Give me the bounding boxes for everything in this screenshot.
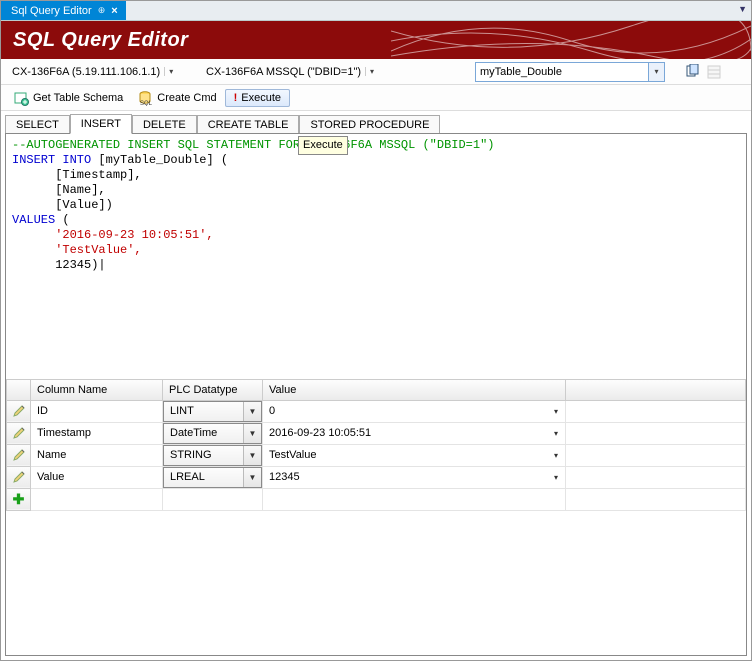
params-grid-wrap: Column Name PLC Datatype Value IDLINT▼0▾… xyxy=(6,380,746,655)
cell-column-name[interactable]: Timestamp xyxy=(31,422,163,444)
table-row: IDLINT▼0▾ xyxy=(7,400,746,422)
chevron-down-icon: ▾ xyxy=(547,467,565,488)
chevron-down-icon: ▾ xyxy=(365,67,378,76)
cell-empty xyxy=(566,444,746,466)
execute-tooltip: Execute xyxy=(298,136,348,155)
col-header-type[interactable]: PLC Datatype xyxy=(163,380,263,400)
pencil-icon xyxy=(7,470,30,484)
title-banner: SQL Query Editor xyxy=(1,21,751,59)
sql-tabs: SELECT INSERT DELETE CREATE TABLE STORED… xyxy=(1,111,751,133)
page-title: SQL Query Editor xyxy=(13,29,188,52)
copy-icon[interactable] xyxy=(683,63,701,81)
chevron-down-icon: ▼ xyxy=(243,468,261,487)
chevron-down-icon: ▼ xyxy=(243,424,261,443)
params-grid: Column Name PLC Datatype Value IDLINT▼0▾… xyxy=(6,380,746,511)
connection-toolbar: CX-136F6A (5.19.111.106.1.1) ▾ CX-136F6A… xyxy=(1,59,751,85)
cell-value[interactable]: 12345▾ xyxy=(263,466,566,488)
col-header-value[interactable]: Value xyxy=(263,380,566,400)
dsn-dropdown[interactable]: CX-136F6A MSSQL ("DBID=1") ▾ xyxy=(201,63,471,81)
sql-icon: SQL xyxy=(137,90,153,106)
close-icon[interactable]: × xyxy=(111,5,117,17)
cell-empty xyxy=(566,400,746,422)
cell-column-name[interactable]: Value xyxy=(31,466,163,488)
get-schema-button[interactable]: Get Table Schema xyxy=(7,88,129,108)
get-schema-label: Get Table Schema xyxy=(33,92,123,104)
tab-stored-proc[interactable]: STORED PROCEDURE xyxy=(299,115,440,134)
cell-value[interactable]: 2016-09-23 10:05:51▾ xyxy=(263,422,566,444)
editor-container: Execute--AUTOGENERATED INSERT SQL STATEM… xyxy=(5,133,747,656)
target-dropdown[interactable]: CX-136F6A (5.19.111.106.1.1) ▾ xyxy=(7,63,197,81)
tab-select[interactable]: SELECT xyxy=(5,115,70,134)
cell-column-name[interactable]: Name xyxy=(31,444,163,466)
add-row[interactable]: ✚ xyxy=(7,488,746,510)
chevron-down-icon: ▾ xyxy=(547,423,565,444)
schema-icon xyxy=(13,90,29,106)
chevron-down-icon: ▾ xyxy=(547,401,565,422)
svg-text:SQL: SQL xyxy=(140,101,153,106)
table-row: TimestampDateTime▼2016-09-23 10:05:51▾ xyxy=(7,422,746,444)
table-row: NameSTRING▼TestValue▾ xyxy=(7,444,746,466)
cell-empty xyxy=(566,466,746,488)
exclaim-icon: ! xyxy=(234,92,238,104)
row-edit-indicator[interactable] xyxy=(7,400,31,422)
cell-datatype[interactable]: STRING▼ xyxy=(163,444,263,466)
tab-overflow-icon[interactable]: ▼ xyxy=(738,4,747,14)
pin-icon[interactable]: ⊕ xyxy=(98,5,106,16)
sql-editor[interactable]: Execute--AUTOGENERATED INSERT SQL STATEM… xyxy=(6,134,746,380)
col-header-name[interactable]: Column Name xyxy=(31,380,163,400)
banner-waves-decor xyxy=(391,21,751,59)
tab-insert[interactable]: INSERT xyxy=(70,114,132,134)
create-cmd-button[interactable]: SQL Create Cmd xyxy=(131,88,222,108)
dsn-value: CX-136F6A MSSQL ("DBID=1") xyxy=(204,65,365,79)
chevron-down-icon: ▼ xyxy=(243,446,261,465)
row-edit-indicator[interactable] xyxy=(7,422,31,444)
table-dropdown[interactable]: myTable_Double ▾ xyxy=(475,62,665,82)
pencil-icon xyxy=(7,448,30,462)
action-toolbar: Get Table Schema SQL Create Cmd ! Execut… xyxy=(1,85,751,111)
cell-value[interactable]: TestValue▾ xyxy=(263,444,566,466)
cell-column-name[interactable]: ID xyxy=(31,400,163,422)
execute-button[interactable]: ! Execute xyxy=(225,89,290,107)
row-edit-indicator[interactable] xyxy=(7,466,31,488)
tab-create-table[interactable]: CREATE TABLE xyxy=(197,115,300,134)
table-row: ValueLREAL▼12345▾ xyxy=(7,466,746,488)
pencil-icon xyxy=(7,426,30,440)
chevron-down-icon: ▼ xyxy=(243,402,261,421)
row-edit-indicator[interactable] xyxy=(7,444,31,466)
cell-datatype[interactable]: DateTime▼ xyxy=(163,422,263,444)
doc-tab-title: Sql Query Editor xyxy=(11,5,92,17)
target-value: CX-136F6A (5.19.111.106.1.1) xyxy=(10,65,164,79)
chevron-down-icon: ▾ xyxy=(547,445,565,466)
cell-datatype[interactable]: LREAL▼ xyxy=(163,466,263,488)
cell-value[interactable]: 0▾ xyxy=(263,400,566,422)
plus-icon[interactable]: ✚ xyxy=(7,488,31,510)
col-header-empty xyxy=(566,380,746,400)
pencil-icon xyxy=(7,404,30,418)
chevron-down-icon: ▾ xyxy=(164,67,177,76)
tab-delete[interactable]: DELETE xyxy=(132,115,197,134)
chevron-down-icon: ▾ xyxy=(648,63,664,81)
cell-empty xyxy=(566,422,746,444)
row-header-blank xyxy=(7,380,31,400)
table-value: myTable_Double xyxy=(476,64,648,80)
create-cmd-label: Create Cmd xyxy=(157,92,216,104)
doc-tab-active[interactable]: Sql Query Editor ⊕ × xyxy=(1,1,126,20)
doc-tab-strip: Sql Query Editor ⊕ × ▼ xyxy=(1,1,751,21)
execute-label: Execute xyxy=(241,92,281,104)
cell-datatype[interactable]: LINT▼ xyxy=(163,400,263,422)
props-icon[interactable] xyxy=(705,63,723,81)
